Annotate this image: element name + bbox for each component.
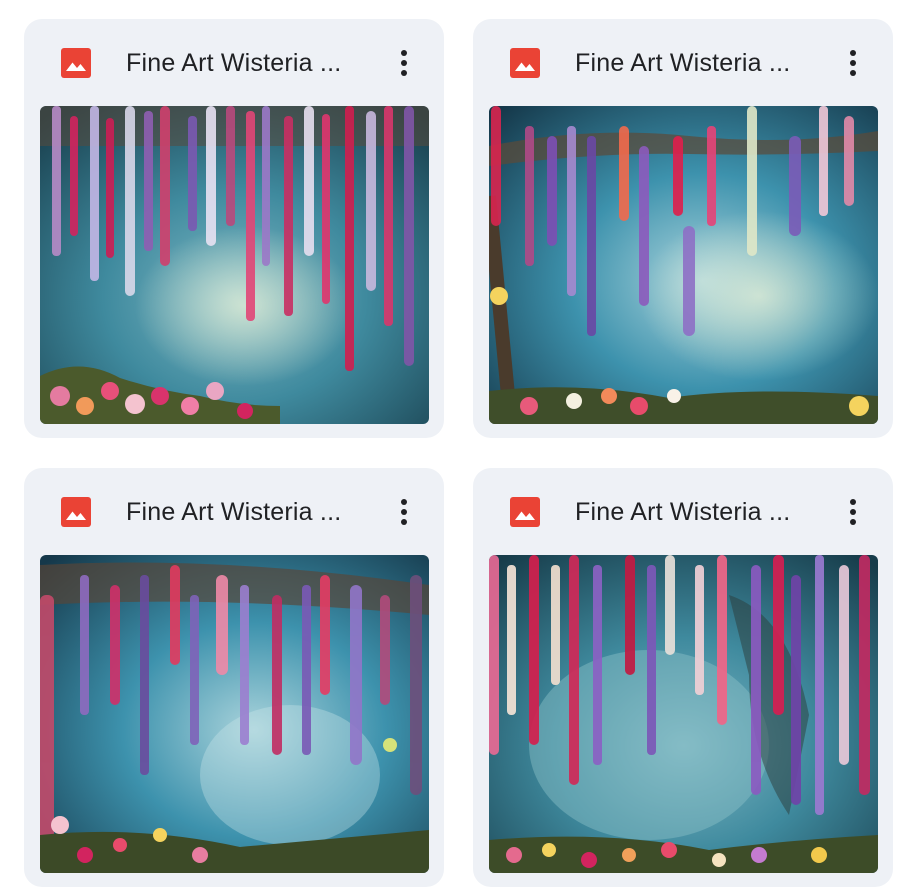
more-vert-icon (386, 43, 422, 83)
file-card[interactable]: Fine Art Wisteria ... (473, 19, 893, 438)
file-card-header: Fine Art Wisteria ... (24, 468, 444, 555)
file-grid: Fine Art Wisteria ... Fine Art Wisteria … (0, 0, 914, 896)
file-thumbnail[interactable] (489, 555, 878, 873)
more-options-button[interactable] (835, 43, 871, 83)
file-card[interactable]: Fine Art Wisteria ... (473, 468, 893, 887)
more-options-button[interactable] (835, 492, 871, 532)
file-card-header: Fine Art Wisteria ... (473, 468, 893, 555)
more-options-button[interactable] (386, 492, 422, 532)
file-title: Fine Art Wisteria ... (126, 49, 342, 77)
file-card-header: Fine Art Wisteria ... (24, 19, 444, 106)
more-vert-icon (835, 492, 871, 532)
file-thumbnail[interactable] (40, 106, 429, 424)
file-title: Fine Art Wisteria ... (575, 49, 791, 77)
image-file-icon (61, 497, 91, 527)
file-title: Fine Art Wisteria ... (575, 498, 791, 526)
file-card[interactable]: Fine Art Wisteria ... (24, 19, 444, 438)
more-vert-icon (835, 43, 871, 83)
file-card-header: Fine Art Wisteria ... (473, 19, 893, 106)
image-file-icon (510, 48, 540, 78)
image-file-icon (510, 497, 540, 527)
file-thumbnail[interactable] (489, 106, 878, 424)
more-options-button[interactable] (386, 43, 422, 83)
file-card[interactable]: Fine Art Wisteria ... (24, 468, 444, 887)
file-thumbnail[interactable] (40, 555, 429, 873)
more-vert-icon (386, 492, 422, 532)
image-file-icon (61, 48, 91, 78)
file-title: Fine Art Wisteria ... (126, 498, 342, 526)
